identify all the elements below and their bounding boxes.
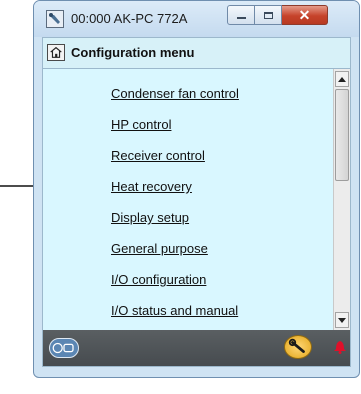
alarm-bell-icon[interactable] xyxy=(333,338,347,354)
status-bar xyxy=(43,330,350,366)
menu-list: Condenser fan control HP control Receive… xyxy=(43,69,333,330)
menu-item-io-configuration[interactable]: I/O configuration xyxy=(111,272,206,287)
menu-item-io-status-and-manual[interactable]: I/O status and manual xyxy=(111,303,238,318)
minimize-icon xyxy=(236,17,246,19)
menu-header: Configuration menu xyxy=(43,38,350,69)
scroll-thumb[interactable] xyxy=(335,89,349,181)
menu-item-general-purpose[interactable]: General purpose xyxy=(111,241,208,256)
maximize-icon xyxy=(263,11,273,19)
menu-item-receiver-control[interactable]: Receiver control xyxy=(111,148,205,163)
home-icon[interactable] xyxy=(47,44,65,61)
wrench-icon[interactable] xyxy=(284,335,312,359)
menu-item-hp-control[interactable]: HP control xyxy=(111,117,171,132)
app-icon xyxy=(46,10,64,28)
close-icon: ✕ xyxy=(298,7,311,23)
page-title: Configuration menu xyxy=(71,45,195,60)
menu-item-display-setup[interactable]: Display setup xyxy=(111,210,189,225)
window-title: 00:000 AK-PC 772A xyxy=(71,11,188,26)
arrow-up-icon xyxy=(338,76,346,82)
vertical-scrollbar[interactable] xyxy=(333,69,350,330)
menu-item-heat-recovery[interactable]: Heat recovery xyxy=(111,179,192,194)
controller-icon[interactable] xyxy=(49,338,79,358)
app-window: 00:000 AK-PC 772A ✕ Configuration menu C… xyxy=(33,0,360,378)
scroll-down-button[interactable] xyxy=(335,312,349,328)
arrow-down-icon xyxy=(338,317,346,323)
maximize-button[interactable] xyxy=(255,5,282,25)
close-button[interactable]: ✕ xyxy=(282,5,328,25)
minimize-button[interactable] xyxy=(227,5,255,25)
menu-item-condenser-fan-control[interactable]: Condenser fan control xyxy=(111,86,239,101)
title-bar[interactable]: 00:000 AK-PC 772A ✕ xyxy=(34,1,359,37)
client-area: Configuration menu Condenser fan control… xyxy=(42,37,351,367)
scroll-up-button[interactable] xyxy=(335,71,349,87)
